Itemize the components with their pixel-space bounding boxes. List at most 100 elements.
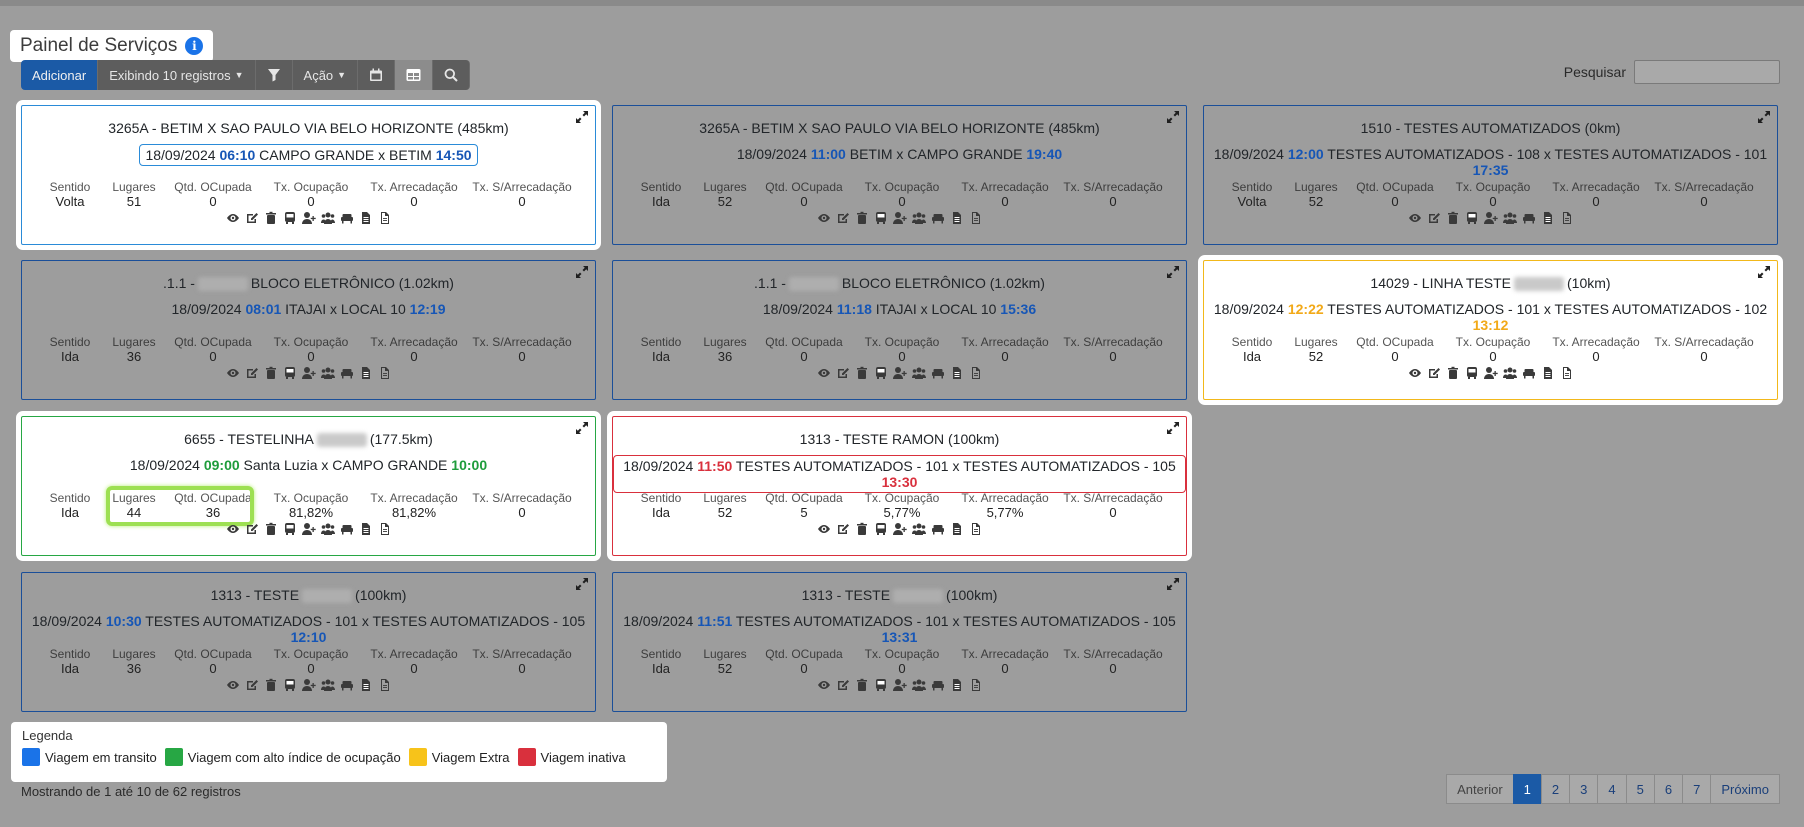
- delete-icon[interactable]: [855, 678, 869, 692]
- document-icon[interactable]: [359, 522, 373, 536]
- delete-icon[interactable]: [1446, 211, 1460, 225]
- document-icon[interactable]: [950, 522, 964, 536]
- seat-icon[interactable]: [340, 366, 354, 380]
- action-dropdown[interactable]: Ação ▼: [292, 60, 359, 90]
- info-icon[interactable]: i: [185, 37, 204, 55]
- page-2-button[interactable]: 2: [1540, 774, 1571, 804]
- prev-page-button[interactable]: Anterior: [1446, 774, 1514, 804]
- passengers-icon[interactable]: [320, 366, 335, 380]
- report-icon[interactable]: [969, 211, 983, 225]
- passengers-icon[interactable]: [320, 211, 335, 225]
- passengers-icon[interactable]: [911, 678, 926, 692]
- add-passenger-icon[interactable]: [892, 211, 907, 225]
- edit-icon[interactable]: [836, 678, 850, 692]
- seat-icon[interactable]: [1522, 211, 1536, 225]
- add-passenger-icon[interactable]: [301, 366, 316, 380]
- report-icon[interactable]: [1560, 211, 1574, 225]
- edit-icon[interactable]: [245, 678, 259, 692]
- report-icon[interactable]: [969, 522, 983, 536]
- page-3-button[interactable]: 3: [1569, 774, 1599, 804]
- service-card[interactable]: 3265A - BETIM X SAO PAULO VIA BELO HORIZ…: [612, 105, 1187, 245]
- add-passenger-icon[interactable]: [301, 211, 316, 225]
- seat-icon[interactable]: [931, 366, 945, 380]
- seat-icon[interactable]: [340, 678, 354, 692]
- document-icon[interactable]: [359, 678, 373, 692]
- document-icon[interactable]: [359, 366, 373, 380]
- add-passenger-icon[interactable]: [1483, 366, 1498, 380]
- view-icon[interactable]: [817, 211, 831, 225]
- delete-icon[interactable]: [264, 211, 278, 225]
- document-icon[interactable]: [950, 366, 964, 380]
- view-icon[interactable]: [226, 678, 240, 692]
- records-dropdown[interactable]: Exibindo 10 registros ▼: [98, 60, 256, 90]
- bus-icon[interactable]: [283, 211, 297, 225]
- seat-icon[interactable]: [1522, 366, 1536, 380]
- view-icon[interactable]: [1408, 211, 1422, 225]
- add-passenger-icon[interactable]: [892, 366, 907, 380]
- bus-icon[interactable]: [283, 522, 297, 536]
- bus-icon[interactable]: [1465, 366, 1479, 380]
- bus-icon[interactable]: [283, 678, 297, 692]
- add-passenger-icon[interactable]: [892, 678, 907, 692]
- add-passenger-icon[interactable]: [301, 678, 316, 692]
- delete-icon[interactable]: [264, 522, 278, 536]
- passengers-icon[interactable]: [911, 366, 926, 380]
- bus-icon[interactable]: [874, 366, 888, 380]
- passengers-icon[interactable]: [320, 678, 335, 692]
- service-card[interactable]: 1510 - TESTES AUTOMATIZADOS (0km) 18/09/2…: [1203, 105, 1778, 245]
- report-icon[interactable]: [378, 522, 392, 536]
- report-icon[interactable]: [378, 211, 392, 225]
- edit-icon[interactable]: [836, 366, 850, 380]
- passengers-icon[interactable]: [911, 211, 926, 225]
- delete-icon[interactable]: [855, 366, 869, 380]
- document-icon[interactable]: [950, 211, 964, 225]
- delete-icon[interactable]: [1446, 366, 1460, 380]
- delete-icon[interactable]: [264, 366, 278, 380]
- seat-icon[interactable]: [931, 522, 945, 536]
- passengers-icon[interactable]: [1502, 211, 1517, 225]
- view-icon[interactable]: [817, 678, 831, 692]
- service-card[interactable]: 3265A - BETIM X SAO PAULO VIA BELO HORIZ…: [16, 100, 601, 250]
- delete-icon[interactable]: [855, 211, 869, 225]
- document-icon[interactable]: [1541, 366, 1555, 380]
- next-page-button[interactable]: Próximo: [1710, 774, 1780, 804]
- document-icon[interactable]: [359, 211, 373, 225]
- report-icon[interactable]: [378, 678, 392, 692]
- edit-icon[interactable]: [836, 211, 850, 225]
- seat-icon[interactable]: [931, 678, 945, 692]
- bus-icon[interactable]: [1465, 211, 1479, 225]
- service-card[interactable]: 14029 - LINHA TESTE (10km) 18/09/2024 12:2…: [1198, 255, 1783, 405]
- delete-icon[interactable]: [264, 678, 278, 692]
- view-icon[interactable]: [1408, 366, 1422, 380]
- document-icon[interactable]: [1541, 211, 1555, 225]
- page-4-button[interactable]: 4: [1597, 774, 1627, 804]
- service-card[interactable]: .1.1 - BLOCO ELETRÔNICO (1.02km) 18/09/202…: [21, 260, 596, 400]
- seat-icon[interactable]: [931, 211, 945, 225]
- bus-icon[interactable]: [283, 366, 297, 380]
- view-icon[interactable]: [817, 522, 831, 536]
- passengers-icon[interactable]: [911, 522, 926, 536]
- view-icon[interactable]: [226, 366, 240, 380]
- service-card[interactable]: .1.1 - BLOCO ELETRÔNICO (1.02km) 18/09/202…: [612, 260, 1187, 400]
- edit-icon[interactable]: [1427, 366, 1441, 380]
- add-button[interactable]: Adicionar: [21, 60, 99, 90]
- filter-button[interactable]: [255, 60, 293, 90]
- edit-icon[interactable]: [245, 522, 259, 536]
- grid-view-button[interactable]: [395, 60, 434, 90]
- service-card[interactable]: 6655 - TESTELINHA (177.5km) 18/09/2024 09:…: [16, 411, 601, 561]
- passengers-icon[interactable]: [320, 522, 335, 536]
- report-icon[interactable]: [969, 366, 983, 380]
- service-card[interactable]: 1313 - TESTE (100km) 18/09/2024 10:30 TEST…: [21, 572, 596, 712]
- edit-icon[interactable]: [245, 211, 259, 225]
- page-6-button[interactable]: 6: [1653, 774, 1684, 804]
- page-1-button[interactable]: 1: [1512, 774, 1542, 804]
- seat-icon[interactable]: [340, 211, 354, 225]
- report-icon[interactable]: [378, 366, 392, 380]
- seat-icon[interactable]: [340, 522, 354, 536]
- delete-icon[interactable]: [855, 522, 869, 536]
- add-passenger-icon[interactable]: [892, 522, 907, 536]
- edit-icon[interactable]: [1427, 211, 1441, 225]
- bus-icon[interactable]: [874, 211, 888, 225]
- view-icon[interactable]: [226, 522, 240, 536]
- bus-icon[interactable]: [874, 678, 888, 692]
